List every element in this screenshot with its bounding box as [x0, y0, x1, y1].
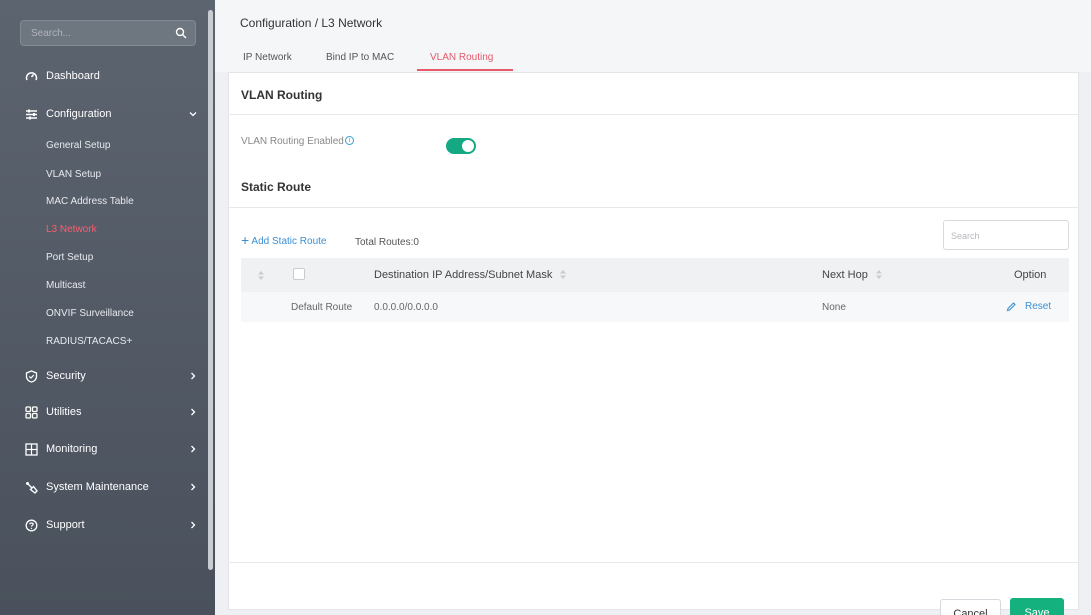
vlan-routing-enabled-text: VLAN Routing Enabled: [241, 136, 344, 147]
dashboard-icon: [24, 69, 38, 83]
chevron-down-icon: [188, 109, 198, 119]
sidebar-item-label: Security: [46, 370, 86, 382]
next-hop-cell: None: [822, 302, 846, 313]
sort-icon[interactable]: [875, 270, 882, 279]
table-header: Destination IP Address/Subnet Mask Next …: [241, 258, 1069, 292]
sidebar-subitem-mac-address-table[interactable]: MAC Address Table: [46, 196, 134, 207]
sidebar-item-utilities[interactable]: Utilities: [0, 398, 210, 426]
sidebar-search-placeholder: Search...: [31, 28, 72, 39]
vlan-routing-title: VLAN Routing: [241, 88, 323, 102]
tab-bind-ip-to-mac[interactable]: Bind IP to MAC: [326, 52, 394, 63]
vlan-routing-enabled-label: VLAN Routing Enabled i: [241, 136, 354, 147]
sidebar-item-label: Dashboard: [46, 70, 100, 82]
sidebar-scrollbar[interactable]: [208, 10, 213, 570]
tab-ip-network[interactable]: IP Network: [243, 52, 292, 63]
breadcrumb: Configuration / L3 Network: [240, 16, 383, 30]
total-routes-label: Total Routes:0: [355, 237, 419, 248]
support-icon: [24, 518, 38, 532]
sidebar-subitem-general-setup[interactable]: General Setup: [46, 140, 111, 151]
chevron-right-icon: [188, 482, 198, 492]
toggle-knob: [462, 140, 474, 152]
tab-vlan-routing[interactable]: VLAN Routing: [430, 52, 493, 63]
reset-button[interactable]: Reset: [1006, 301, 1051, 312]
shield-icon: [24, 369, 38, 383]
sidebar-subitem-onvif-surveillance[interactable]: ONVIF Surveillance: [46, 308, 134, 319]
chevron-right-icon: [188, 444, 198, 454]
column-header-label: Destination IP Address/Subnet Mask: [374, 269, 553, 281]
save-button[interactable]: Save: [1010, 598, 1064, 615]
table-search-placeholder: Search: [951, 231, 980, 241]
sidebar-subitem-l3-network[interactable]: L3 Network: [46, 224, 97, 235]
add-static-route-label: Add Static Route: [251, 236, 327, 247]
vlan-routing-toggle[interactable]: [446, 138, 476, 154]
utilities-icon: [24, 405, 38, 419]
sidebar-subitem-vlan-setup[interactable]: VLAN Setup: [46, 169, 101, 180]
sidebar-item-system-maintenance[interactable]: System Maintenance: [0, 473, 210, 501]
sidebar-subitem-radius-tacacs[interactable]: RADIUS/TACACS+: [46, 336, 132, 347]
sidebar-search-input[interactable]: Search...: [20, 20, 196, 46]
sidebar-item-configuration[interactable]: Configuration: [0, 100, 210, 128]
sort-icon[interactable]: [258, 271, 264, 280]
wrench-icon: [24, 480, 38, 494]
column-header-destination[interactable]: Destination IP Address/Subnet Mask: [374, 269, 567, 281]
table-row: Default Route 0.0.0.0/0.0.0.0 None Reset: [241, 292, 1069, 322]
sidebar-item-label: Configuration: [46, 108, 112, 120]
monitoring-icon: [24, 442, 38, 456]
cancel-button[interactable]: Cancel: [940, 599, 1001, 615]
sidebar-item-label: Support: [46, 519, 85, 531]
search-icon[interactable]: [175, 27, 187, 39]
sidebar-item-dashboard[interactable]: Dashboard: [0, 62, 210, 90]
destination-cell: 0.0.0.0/0.0.0.0: [374, 302, 438, 313]
info-icon[interactable]: i: [344, 136, 354, 145]
sidebar-item-monitoring[interactable]: Monitoring: [0, 435, 210, 463]
sidebar-item-label: System Maintenance: [46, 481, 149, 493]
reset-label: Reset: [1025, 301, 1052, 312]
sidebar-item-label: Monitoring: [46, 443, 98, 455]
chevron-right-icon: [188, 407, 198, 417]
table-search-input[interactable]: Search: [943, 220, 1069, 250]
sidebar-subitem-port-setup[interactable]: Port Setup: [46, 252, 93, 263]
route-name-cell: Default Route: [291, 302, 353, 313]
column-header-option: Option: [1014, 269, 1047, 281]
sidebar-item-support[interactable]: Support: [0, 511, 210, 539]
sidebar-subitem-multicast[interactable]: Multicast: [46, 280, 85, 291]
chevron-right-icon: [188, 520, 198, 530]
sort-icon[interactable]: [560, 270, 567, 279]
divider: [229, 207, 1078, 208]
column-header-next-hop[interactable]: Next Hop: [822, 269, 882, 281]
add-static-route-link[interactable]: + Add Static Route: [241, 232, 327, 248]
content-panel: [228, 72, 1079, 610]
plus-icon: +: [241, 232, 250, 248]
edit-icon: [1006, 302, 1016, 312]
column-header-label: Next Hop: [822, 269, 868, 281]
select-all-checkbox[interactable]: [293, 268, 305, 280]
sidebar-item-security[interactable]: Security: [0, 362, 210, 390]
configuration-icon: [24, 107, 38, 121]
footer-divider: [229, 562, 1078, 563]
active-tab-indicator: [417, 69, 513, 71]
static-route-title: Static Route: [241, 180, 312, 194]
divider: [229, 114, 1078, 115]
chevron-right-icon: [188, 371, 198, 381]
sidebar-item-label: Utilities: [46, 406, 82, 418]
sidebar: Search... Dashboard Configuration Genera…: [0, 0, 215, 615]
